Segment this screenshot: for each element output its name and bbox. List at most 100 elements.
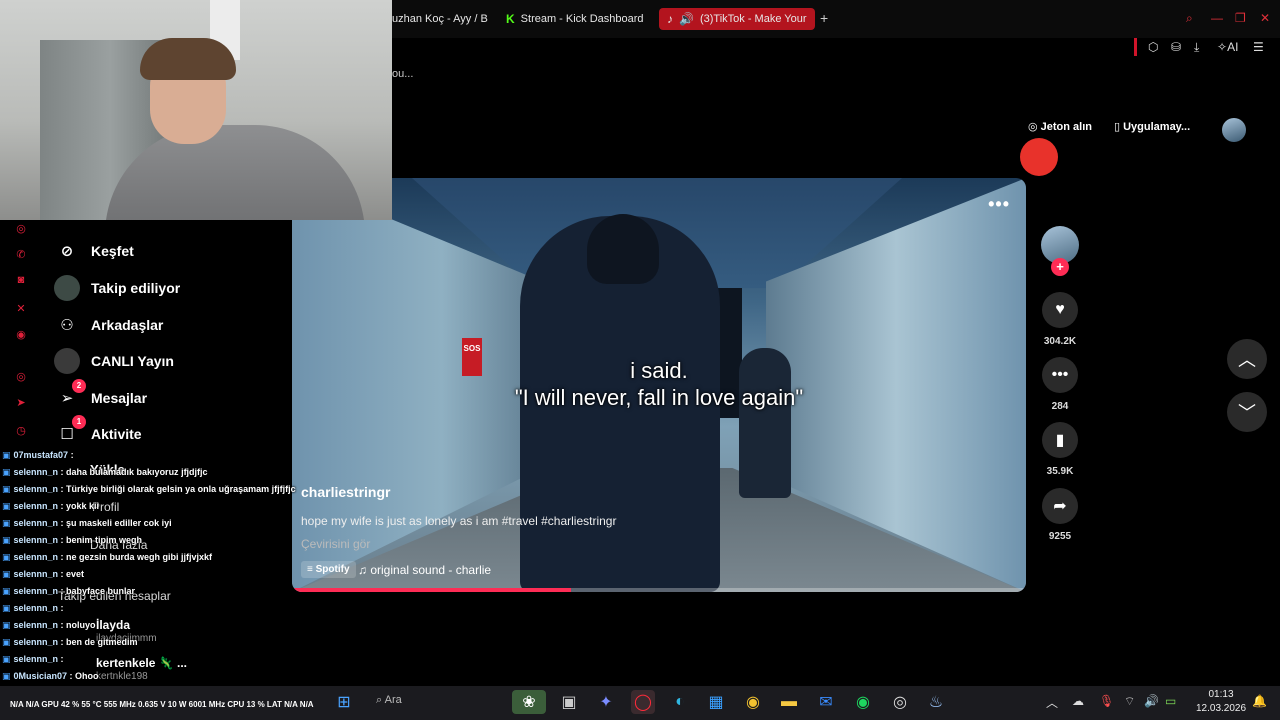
comment-icon[interactable]: ••• <box>1042 357 1078 393</box>
file-explorer-icon[interactable]: ▬ <box>777 690 801 714</box>
chat-separator: : <box>58 484 67 494</box>
caption-line-2: "I will never, fall in love again" <box>514 385 804 410</box>
mail-icon[interactable]: ✉ <box>814 690 838 714</box>
share-icon[interactable]: ➦ <box>1042 488 1078 524</box>
spotify-lines-icon: ≡ <box>307 564 316 575</box>
record-icon[interactable]: ◎ <box>12 370 30 388</box>
chat-badge-icon: ▣ <box>2 450 11 460</box>
get-coins-button[interactable]: ◎ Jeton alın <box>1028 120 1092 134</box>
tray-chevron-up-icon[interactable]: ︿ <box>1046 694 1058 711</box>
chat-message: ▣ selennn_n : şu maskeli ediller cok iyi <box>2 518 172 529</box>
chat-separator: : <box>58 637 67 647</box>
spotify-button[interactable]: ≡ Spotify <box>301 561 356 578</box>
windows-start-icon[interactable]: ⊞ <box>332 690 356 714</box>
opera-gx-icon[interactable]: ◯ <box>631 690 655 714</box>
new-tab-button[interactable]: + <box>820 10 828 26</box>
instagram-icon[interactable]: ◙ <box>12 274 30 292</box>
webcam-streamer-hair <box>140 38 236 80</box>
chat-separator: : <box>58 501 67 511</box>
discord-icon[interactable]: ◉ <box>12 328 30 346</box>
tab-youtube[interactable]: uzhan Koç - Ayy / B <box>392 8 488 30</box>
chat-message: ▣ selennn_n : ben de gitmedim <box>2 637 138 648</box>
chat-text: babyface bunlar <box>66 586 136 596</box>
task-view-icon[interactable]: ▣ <box>557 690 581 714</box>
comments-count: 284 <box>1051 401 1069 412</box>
streamer-logo-mark <box>1020 138 1058 176</box>
chat-badge-icon: ▣ <box>2 586 11 596</box>
volume-icon[interactable]: 🔊 <box>1144 694 1159 708</box>
chat-text: yokk kii <box>66 501 100 511</box>
history-icon[interactable]: ◷ <box>12 424 30 442</box>
chat-username: selennn_n <box>13 535 59 545</box>
chat-separator: : <box>58 467 67 477</box>
spotify-icon[interactable]: ◉ <box>851 690 875 714</box>
edge-icon[interactable]: ◐ <box>668 690 692 714</box>
copilot-icon[interactable]: ✦ <box>594 690 618 714</box>
whatsapp-icon[interactable]: ✆ <box>12 248 30 266</box>
performance-stats: N/A N/A GPU 42 % 55 °C 555 MHz 0.635 V 1… <box>10 700 314 709</box>
x-icon[interactable]: ✕ <box>12 302 30 320</box>
more-options-icon[interactable]: ••• <box>988 194 1010 215</box>
taskbar-clock[interactable]: 01:13 12.03.2026 <box>1196 688 1246 716</box>
notification-icon[interactable]: 🔔 <box>1252 694 1267 708</box>
previous-video-chevron-up-icon[interactable]: ︿ <box>1227 339 1267 379</box>
chrome-icon[interactable]: ◉ <box>741 690 765 714</box>
follow-plus-icon[interactable]: + <box>1051 258 1069 276</box>
messenger-icon[interactable]: ◎ <box>12 222 30 240</box>
microphone-icon[interactable]: 🎙 <box>1099 694 1114 708</box>
bookmark-icon[interactable]: ▮ <box>1042 422 1078 458</box>
likes-count: 304.2K <box>1043 336 1077 347</box>
chat-text: daha bulamadık bakıyoruz jfjdjfjc <box>66 467 208 477</box>
tray-cloud-icon[interactable]: ☁ <box>1072 694 1084 708</box>
nav-activity[interactable]: ☐ 1 Aktivite <box>54 415 142 447</box>
chat-separator: : <box>58 586 67 596</box>
tiktok-sidebar: ⊘ Keşfet Takip ediliyor ⚇ Arkadaşlar CANLI… <box>40 220 290 477</box>
translate-link[interactable]: Çevirisini gör <box>301 537 370 551</box>
wifi-icon[interactable]: ⌔ <box>1124 694 1135 709</box>
ai-button[interactable]: ✧AI <box>1217 40 1238 54</box>
tab-tiktok[interactable]: ♪ 🔊 (3)TikTok - Make Your <box>659 8 815 30</box>
send-icon[interactable]: ➤ <box>12 396 30 414</box>
obs-icon[interactable]: ◎ <box>888 690 912 714</box>
tab-kick-dashboard[interactable]: K Stream - Kick Dashboard <box>506 8 644 30</box>
extensions-icon[interactable]: ⬡ <box>1148 40 1158 54</box>
following-icon <box>54 275 80 301</box>
caption-line-1: i said. <box>630 358 688 383</box>
chat-text: Türkiye birliği olarak gelsin ya onla uğ… <box>66 484 296 494</box>
restore-icon[interactable]: ❐ <box>1235 11 1246 25</box>
profile-avatar[interactable] <box>1222 118 1246 142</box>
nav-friends[interactable]: ⚇ Arkadaşlar <box>54 312 163 338</box>
taskbar-search[interactable]: ⌕ Ara <box>376 694 402 707</box>
minimize-icon[interactable]: — <box>1211 11 1223 25</box>
menu-icon[interactable]: ☰ <box>1253 40 1264 54</box>
nav-messages[interactable]: ➢ 2 Mesajlar <box>54 379 147 411</box>
video-player[interactable]: SOS ••• i said. "I will never, fall in l… <box>292 178 1026 592</box>
next-video-chevron-down-icon[interactable]: ﹀ <box>1227 392 1267 432</box>
chat-username: 0Musician07 <box>13 671 68 681</box>
chat-text: ne gezsin burda wegh gibi jjfjvjxkf <box>66 552 213 562</box>
chat-badge-icon: ▣ <box>2 501 11 511</box>
search-icon[interactable]: ⌕ <box>1186 11 1193 26</box>
steam-icon[interactable]: ♨ <box>924 690 948 714</box>
video-progress-track[interactable] <box>292 588 1026 592</box>
get-app-button[interactable]: ▯ Uygulamay... <box>1114 120 1190 134</box>
like-heart-icon[interactable]: ♥ <box>1042 292 1078 328</box>
nav-live[interactable]: CANLI Yayın <box>54 348 174 374</box>
download-icon[interactable]: ⤓ <box>1194 40 1199 55</box>
nav-explore[interactable]: ⊘ Keşfet <box>54 238 134 264</box>
clock-time: 01:13 <box>1208 689 1234 700</box>
store-icon[interactable]: ▦ <box>704 690 728 714</box>
wallet-icon[interactable]: ⛁ <box>1171 40 1181 54</box>
close-icon[interactable]: ✕ <box>1260 11 1270 25</box>
widgets-icon[interactable]: ❀ <box>512 690 546 714</box>
sound-link[interactable]: ♫ original sound - charlie <box>358 563 491 577</box>
battery-icon[interactable]: ▭ <box>1165 694 1176 708</box>
music-note-icon: ♫ <box>358 563 371 577</box>
video-author[interactable]: charliestringr <box>301 484 390 500</box>
chat-badge-icon: ▣ <box>2 484 11 494</box>
chat-badge-icon: ▣ <box>2 637 11 647</box>
webcam-overlay <box>0 0 392 220</box>
nav-following[interactable]: Takip ediliyor <box>54 275 180 301</box>
friends-icon: ⚇ <box>60 317 74 334</box>
chat-username: selennn_n <box>13 501 59 511</box>
